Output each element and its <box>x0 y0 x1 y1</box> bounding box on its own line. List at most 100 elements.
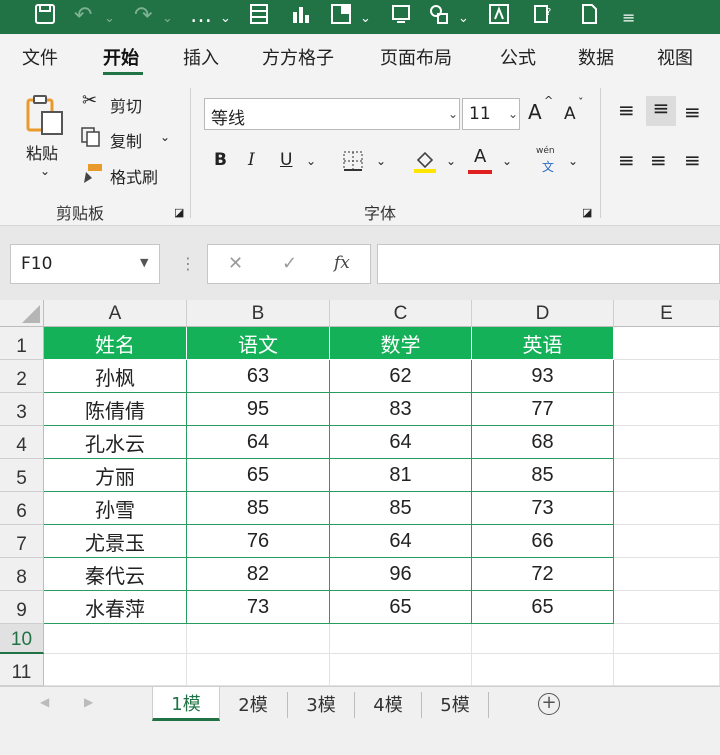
row-header[interactable]: 3 <box>0 393 44 426</box>
customize-toolbar-icon[interactable]: ≡ <box>622 5 635 31</box>
select-all-button[interactable] <box>0 300 44 327</box>
help-icon[interactable]: ? <box>532 3 554 25</box>
undo-icon[interactable]: ↶ <box>74 3 92 29</box>
table-cell[interactable]: 孙雪 <box>44 492 187 525</box>
empty-cell[interactable] <box>614 654 720 686</box>
row-header[interactable]: 8 <box>0 558 44 591</box>
row-header[interactable]: 4 <box>0 426 44 459</box>
empty-cell[interactable] <box>614 360 720 393</box>
text-box-icon[interactable] <box>488 3 510 25</box>
empty-cell[interactable] <box>614 426 720 459</box>
row-header[interactable]: 1 <box>0 327 44 360</box>
table-cell[interactable]: 秦代云 <box>44 558 187 591</box>
table-cell[interactable]: 孔水云 <box>44 426 187 459</box>
align-bottom-icon[interactable]: ≡ <box>684 100 701 124</box>
table-cell[interactable]: 水春萍 <box>44 591 187 624</box>
align-middle-icon[interactable]: ≡ <box>646 96 676 126</box>
tab-page-layout[interactable]: 页面布局 <box>380 44 452 70</box>
row-header[interactable]: 5 <box>0 459 44 492</box>
header-cell-name[interactable]: 姓名 <box>44 327 187 360</box>
tab-home[interactable]: 开始 <box>103 44 139 70</box>
more-icon[interactable]: … <box>190 3 212 29</box>
fill-color-dropdown-icon[interactable]: ⌄ <box>446 154 456 168</box>
table-cell[interactable]: 64 <box>330 426 472 459</box>
font-color-dropdown-icon[interactable]: ⌄ <box>502 154 512 168</box>
undo-dropdown-icon[interactable]: ⌄ <box>104 6 115 32</box>
format-painter-button[interactable]: 格式刷 <box>110 164 158 188</box>
underline-dropdown-icon[interactable]: ⌄ <box>306 154 316 168</box>
bold-button[interactable]: B <box>214 150 227 170</box>
empty-cell[interactable] <box>330 654 472 686</box>
formula-bar-grip-icon[interactable]: ⋮ <box>180 254 196 273</box>
phonetic-dropdown-icon[interactable]: ⌄ <box>568 154 578 168</box>
tab-file[interactable]: 文件 <box>22 44 58 70</box>
phonetic-guide-button[interactable]: 文 <box>542 158 554 175</box>
table-cell[interactable]: 72 <box>472 558 614 591</box>
table-icon[interactable] <box>248 3 270 25</box>
sheet-tab-3[interactable]: 3模 <box>290 687 352 721</box>
table-cell[interactable]: 64 <box>187 426 330 459</box>
name-box[interactable]: F10 <box>10 244 160 284</box>
header-cell-chinese[interactable]: 语文 <box>187 327 330 360</box>
table-cell[interactable]: 96 <box>330 558 472 591</box>
align-right-icon[interactable]: ≡ <box>684 148 701 172</box>
header-cell-math[interactable]: 数学 <box>330 327 472 360</box>
table-cell[interactable]: 82 <box>187 558 330 591</box>
empty-cell[interactable] <box>614 591 720 624</box>
table-cell[interactable]: 64 <box>330 525 472 558</box>
empty-cell[interactable] <box>187 624 330 654</box>
empty-cell[interactable] <box>472 624 614 654</box>
align-left-icon[interactable]: ≡ <box>618 148 635 172</box>
scroll-left-icon[interactable]: ◀ <box>40 695 49 709</box>
column-header-b[interactable]: B <box>187 300 330 327</box>
redo-icon[interactable]: ↷ <box>134 3 152 29</box>
empty-cell[interactable] <box>614 558 720 591</box>
table-cell[interactable]: 65 <box>330 591 472 624</box>
table-cell[interactable]: 83 <box>330 393 472 426</box>
column-header-d[interactable]: D <box>472 300 614 327</box>
row-header[interactable]: 11 <box>0 654 44 686</box>
sheet-tab-1[interactable]: 1模 <box>152 687 220 721</box>
enter-icon[interactable]: ✓ <box>282 253 297 274</box>
row-header-selected[interactable]: 10 <box>0 624 44 654</box>
sheet-tab-5[interactable]: 5模 <box>423 687 487 721</box>
formula-input[interactable] <box>377 244 720 284</box>
empty-cell[interactable] <box>614 327 720 360</box>
table-cell[interactable]: 68 <box>472 426 614 459</box>
column-header-c[interactable]: C <box>330 300 472 327</box>
font-size-dropdown-icon[interactable]: ⌄ <box>508 107 518 121</box>
add-sheet-button[interactable]: + <box>538 693 560 715</box>
empty-cell[interactable] <box>472 654 614 686</box>
empty-cell[interactable] <box>44 624 187 654</box>
empty-cell[interactable] <box>44 654 187 686</box>
font-name-dropdown-icon[interactable]: ⌄ <box>448 107 458 121</box>
scroll-right-icon[interactable]: ▶ <box>84 695 93 709</box>
table-cell[interactable]: 85 <box>330 492 472 525</box>
borders-icon[interactable] <box>342 150 364 176</box>
empty-cell[interactable] <box>614 624 720 654</box>
row-header[interactable]: 9 <box>0 591 44 624</box>
row-header[interactable]: 6 <box>0 492 44 525</box>
row-header[interactable]: 7 <box>0 525 44 558</box>
empty-cell[interactable] <box>614 492 720 525</box>
tab-insert[interactable]: 插入 <box>183 44 219 70</box>
sheet-tab-4[interactable]: 4模 <box>356 687 420 721</box>
grow-font-button[interactable]: A <box>528 100 542 124</box>
table-cell[interactable]: 方丽 <box>44 459 187 492</box>
fill-color-icon[interactable] <box>412 148 438 178</box>
column-header-e[interactable]: E <box>614 300 720 327</box>
table-cell[interactable]: 62 <box>330 360 472 393</box>
more-dropdown-icon[interactable]: ⌄ <box>220 6 231 32</box>
sheet-tab-2[interactable]: 2模 <box>222 687 284 721</box>
align-top-icon[interactable]: ≡ <box>618 98 635 122</box>
tab-view[interactable]: 视图 <box>657 44 693 70</box>
table-cell[interactable]: 73 <box>187 591 330 624</box>
table-cell[interactable]: 93 <box>472 360 614 393</box>
cancel-icon[interactable]: ✕ <box>228 253 243 274</box>
underline-button[interactable]: U <box>280 150 292 170</box>
table-cell[interactable]: 尤景玉 <box>44 525 187 558</box>
tab-formulas[interactable]: 公式 <box>500 44 536 70</box>
name-box-dropdown-icon[interactable]: ▼ <box>140 256 148 269</box>
table-cell[interactable]: 77 <box>472 393 614 426</box>
font-name-box[interactable]: 等线 <box>204 98 460 130</box>
